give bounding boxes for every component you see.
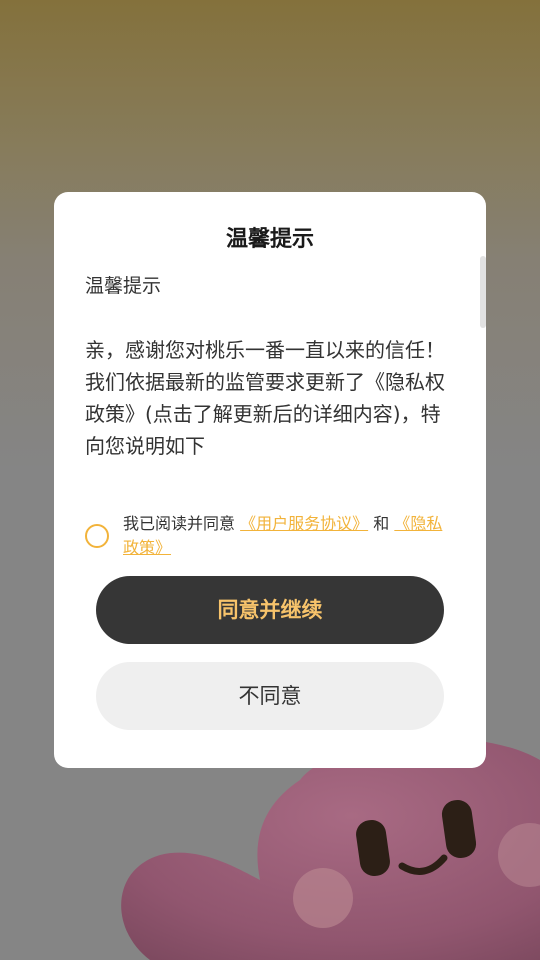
disagree-button[interactable]: 不同意	[96, 662, 444, 730]
agree-checkbox[interactable]	[85, 524, 109, 548]
agreement-row: 我已阅读并同意 《用户服务协议》 和 《隐私政策》	[85, 508, 455, 558]
agreement-prefix: 我已阅读并同意	[123, 514, 236, 533]
agreement-text: 我已阅读并同意 《用户服务协议》 和 《隐私政策》	[123, 512, 443, 560]
privacy-dialog: 温馨提示 温馨提示 亲，感谢您对桃乐一番一直以来的信任！我们依据最新的监管要求更…	[54, 192, 486, 768]
dialog-content: 温馨提示 亲，感谢您对桃乐一番一直以来的信任！我们依据最新的监管要求更新了《隐私…	[85, 270, 455, 462]
agreement-conjunction: 和	[373, 514, 390, 533]
user-agreement-link[interactable]: 《用户服务协议》	[240, 514, 368, 533]
privacy-notice-text[interactable]: 亲，感谢您对桃乐一番一直以来的信任！我们依据最新的监管要求更新了《隐私权政策》(…	[85, 334, 455, 462]
content-heading: 温馨提示	[85, 275, 162, 297]
scrollbar[interactable]	[480, 256, 486, 328]
dialog-title: 温馨提示	[225, 227, 314, 252]
app-screen: 温馨提示 温馨提示 亲，感谢您对桃乐一番一直以来的信任！我们依据最新的监管要求更…	[0, 0, 540, 960]
agree-continue-button[interactable]: 同意并继续	[96, 576, 444, 644]
